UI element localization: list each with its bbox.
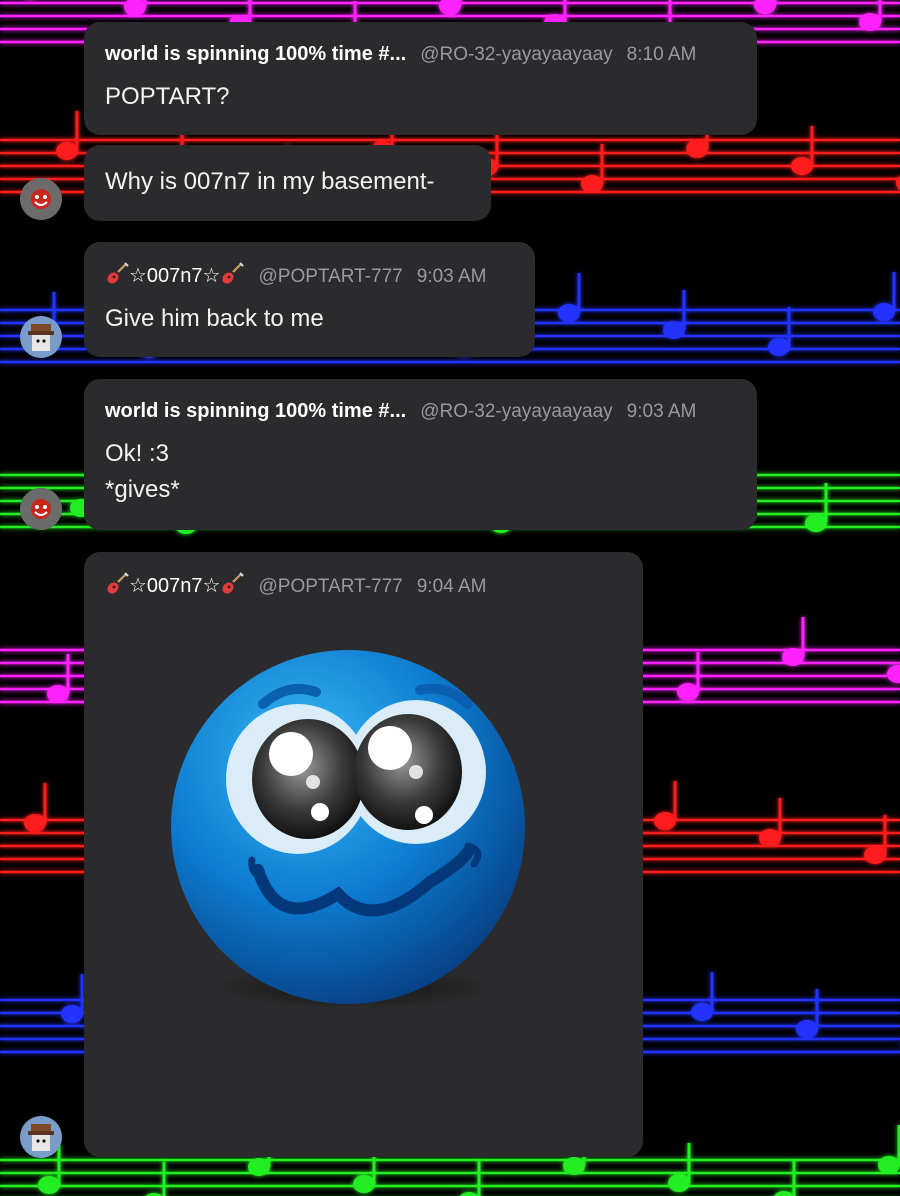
timestamp: 9:03 AM (626, 401, 697, 422)
user-handle[interactable]: @RO-32-yayayaayaay (420, 400, 612, 424)
guitar-icon (220, 572, 245, 596)
blue-smiley-emoji-image[interactable] (168, 632, 548, 1022)
music-note-head (759, 829, 781, 847)
music-note-head (774, 1191, 794, 1196)
music-note-head (654, 812, 676, 830)
music-note-head (796, 1020, 818, 1038)
message-text: Ok! :3 *gives* (105, 440, 180, 503)
username[interactable]: ☆007n7☆ (105, 262, 245, 288)
music-note-head (581, 175, 603, 193)
message-header: world is spinning 100% time #... @RO-32-… (105, 399, 737, 424)
music-note-head (864, 846, 886, 864)
avatar-red-smiley[interactable] (20, 178, 62, 220)
message-text: Why is 007n7 in my basement- (105, 168, 435, 195)
music-note-head (691, 1003, 713, 1021)
music-note-head (56, 142, 78, 160)
message-header: ☆007n7☆ @POPTART-777 9:03 AM (105, 262, 515, 289)
music-note-head (563, 1157, 585, 1175)
message-text: Give him back to me (105, 305, 324, 332)
music-note-head (754, 0, 776, 14)
message-header: ☆007n7☆ @POPTART-777 9:04 AM (105, 572, 623, 599)
music-note-head (459, 1192, 479, 1196)
guitar-icon (105, 572, 129, 596)
username-text: ☆007n7☆ (129, 575, 221, 597)
music-note-head (768, 338, 790, 356)
music-note-head (439, 0, 461, 15)
music-note-head (558, 304, 580, 322)
music-note-head (47, 685, 69, 703)
timestamp: 9:04 AM (416, 576, 487, 597)
user-handle[interactable]: @POPTART-777 (258, 265, 402, 289)
music-note-head (38, 1176, 60, 1194)
username-text: ☆007n7☆ (129, 265, 221, 287)
guitar-icon (220, 262, 245, 286)
music-note-head (668, 1174, 690, 1192)
user-handle[interactable]: @RO-32-yayayaayaay (420, 43, 612, 67)
timestamp: 8:10 AM (626, 44, 697, 65)
message-bubble[interactable]: world is spinning 100% time #... @RO-32-… (84, 22, 757, 135)
music-note-head (878, 1156, 900, 1174)
music-note-head (805, 514, 827, 532)
music-note-head (248, 1158, 270, 1176)
music-note-head (859, 13, 881, 31)
avatar-red-smiley[interactable] (20, 488, 62, 530)
music-note-head (663, 321, 685, 339)
message-bubble[interactable]: Why is 007n7 in my basement- (84, 145, 491, 221)
message-text: POPTART? (105, 83, 230, 110)
music-note-head (887, 665, 900, 683)
message-bubble-image[interactable]: ☆007n7☆ @POPTART-777 9:04 AM (84, 552, 643, 1157)
username[interactable]: world is spinning 100% time #... (105, 42, 406, 66)
user-handle[interactable]: @POPTART-777 (258, 575, 402, 599)
music-note-head (124, 0, 146, 16)
music-note-head (353, 1175, 375, 1193)
username[interactable]: world is spinning 100% time #... (105, 399, 406, 423)
message-bubble[interactable]: world is spinning 100% time #... @RO-32-… (84, 379, 757, 530)
avatar-roblox-hat[interactable] (20, 1116, 62, 1158)
guitar-icon (105, 262, 129, 286)
music-note-head (677, 683, 699, 701)
music-note-head (686, 140, 708, 158)
message-bubble[interactable]: ☆007n7☆ @POPTART-777 9:03 AM Give him ba… (84, 242, 535, 357)
avatar-roblox-hat[interactable] (20, 316, 62, 358)
music-note-head (896, 176, 900, 190)
music-note-head (791, 157, 813, 175)
timestamp: 9:03 AM (416, 266, 487, 287)
music-note-head (24, 814, 46, 832)
music-note-head (782, 648, 804, 666)
username[interactable]: ☆007n7☆ (105, 572, 245, 598)
message-header: world is spinning 100% time #... @RO-32-… (105, 42, 737, 67)
music-note-head (61, 1005, 83, 1023)
music-note-head (873, 303, 895, 321)
